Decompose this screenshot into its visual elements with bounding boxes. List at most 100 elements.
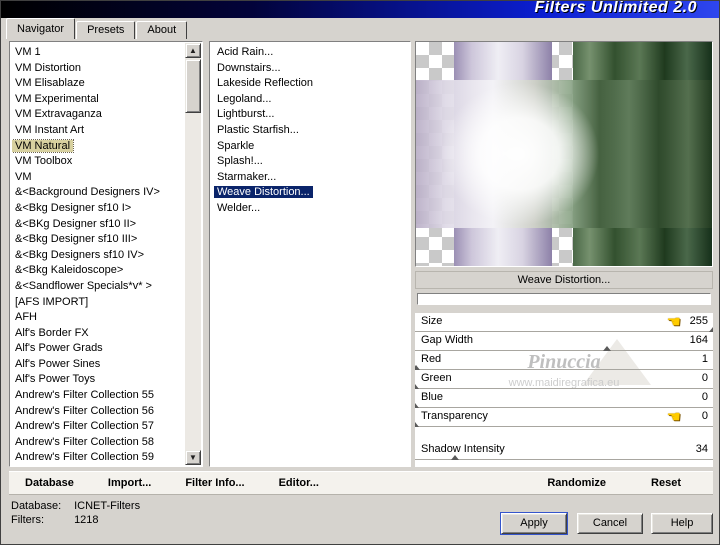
category-item[interactable]: VM 1 <box>12 45 182 61</box>
item-label: VM 1 <box>15 46 41 58</box>
status-area: Database: ICNET-Filters Filters: 1218 <box>11 499 140 527</box>
category-item[interactable]: VM Experimental <box>12 92 182 108</box>
category-item[interactable]: Andrew's Filter Collection 56 <box>12 404 182 420</box>
status-database: Database: ICNET-Filters <box>11 499 140 513</box>
category-item[interactable]: Alf's Power Sines <box>12 357 182 373</box>
param-value: 1 <box>701 353 708 365</box>
database-button[interactable]: Database <box>25 477 74 489</box>
item-label: &<BKg Designer sf10 II> <box>15 217 137 230</box>
parameter-panel: Pinuccia www.maidiregrafica.eu Size 255 ☚ G… <box>415 313 713 467</box>
category-item[interactable]: AFH <box>12 310 182 326</box>
category-item[interactable]: Andrew's Filter Collection 55 <box>12 388 182 404</box>
editor-button[interactable]: Editor... <box>279 477 319 489</box>
category-scrollbar[interactable]: ▲ ▼ <box>185 43 201 465</box>
item-label: Andrew's Filter Collection 58 <box>15 435 155 448</box>
filter-item[interactable]: Splash!... <box>214 154 406 170</box>
import-button[interactable]: Import... <box>108 477 151 489</box>
filter-item[interactable]: Downstairs... <box>214 61 406 77</box>
item-label: &<Bkg Kaleidoscope> <box>15 264 124 277</box>
bottom-toolbar: Database Import... Filter Info... Editor… <box>9 471 713 495</box>
category-item[interactable]: VM Distortion <box>12 61 182 77</box>
item-label: Weave Distortion... <box>214 186 313 199</box>
scrollbar-thumb[interactable] <box>185 59 201 113</box>
param-value: 164 <box>689 334 708 346</box>
category-item[interactable]: VM Instant Art <box>12 123 182 139</box>
help-button[interactable]: Help <box>651 513 713 534</box>
category-item[interactable]: Alf's Border FX <box>12 326 182 342</box>
param-label: Blue <box>421 391 444 403</box>
item-label: AFH <box>15 311 37 324</box>
tab-about[interactable]: About <box>136 21 188 39</box>
category-item[interactable]: &<Bkg Designers sf10 IV> <box>12 248 182 264</box>
tab-presets[interactable]: Presets <box>76 21 136 39</box>
item-label: VM Distortion <box>15 61 82 74</box>
filter-item[interactable]: Welder... <box>214 201 406 217</box>
param-slider-thumb[interactable] <box>415 422 419 427</box>
apply-button[interactable]: Apply <box>501 513 567 534</box>
param-label: Red <box>421 353 442 365</box>
category-item[interactable]: &<Bkg Designer sf10 III> <box>12 232 182 248</box>
filter-item[interactable]: Acid Rain... <box>214 45 406 61</box>
param-label: Shadow Intensity <box>421 443 505 455</box>
item-label: Sparkle <box>217 139 255 152</box>
progress-bar <box>417 293 711 305</box>
scroll-up-button[interactable]: ▲ <box>185 43 201 58</box>
category-item[interactable]: VM <box>12 170 182 186</box>
filter-info-button[interactable]: Filter Info... <box>185 477 244 489</box>
item-label: Acid Rain... <box>217 46 274 58</box>
filter-item[interactable]: Sparkle <box>214 139 406 155</box>
item-label: VM Experimental <box>15 92 99 105</box>
category-item[interactable]: &<Background Designers IV> <box>12 185 182 201</box>
category-item[interactable]: VM Toolbox <box>12 154 182 170</box>
category-item[interactable]: [AFS IMPORT] <box>12 295 182 311</box>
category-item[interactable]: &<Sandflower Specials*v* > <box>12 279 182 295</box>
category-item[interactable]: VM Natural <box>12 138 182 155</box>
randomize-button[interactable]: Randomize <box>547 477 606 489</box>
item-label: &<Sandflower Specials*v* > <box>15 279 152 292</box>
param-slider-track[interactable] <box>415 455 713 460</box>
item-label: VM Extravaganza <box>15 108 102 121</box>
filter-item[interactable]: Lakeside Reflection <box>214 76 406 92</box>
item-label: Andrew's Filter Collection 59 <box>15 451 155 464</box>
item-label: VM Toolbox <box>15 155 73 168</box>
filter-item[interactable]: Plastic Starfish... <box>214 123 406 139</box>
category-item[interactable]: &<Bkg Kaleidoscope> <box>12 263 182 279</box>
item-label: &<Bkg Designer sf10 I> <box>15 201 132 214</box>
cancel-button[interactable]: Cancel <box>577 513 643 534</box>
param-row-gap-width: Gap Width 164 <box>415 332 713 351</box>
param-slider-thumb[interactable] <box>450 455 459 460</box>
reset-button[interactable]: Reset <box>651 477 681 489</box>
item-label: Alf's Power Toys <box>15 373 96 386</box>
param-label: Transparency <box>421 410 488 422</box>
param-value: 0 <box>701 391 708 403</box>
filter-item[interactable]: Starmaker... <box>214 170 406 186</box>
item-label: Splash!... <box>217 155 263 168</box>
preview-glow <box>439 82 600 226</box>
filter-item[interactable]: Legoland... <box>214 92 406 108</box>
item-label: Andrew's Filter Collection 56 <box>15 404 155 417</box>
param-row-blue: Blue 0 <box>415 389 713 408</box>
param-label: Size <box>421 315 443 327</box>
database-label: Database: <box>11 500 62 512</box>
param-row-shadow-intensity: Shadow Intensity 34 <box>415 441 713 460</box>
category-item[interactable]: Alf's Power Grads <box>12 341 182 357</box>
category-item[interactable]: VM Extravaganza <box>12 107 182 123</box>
item-label: Plastic Starfish... <box>217 123 299 136</box>
filter-item[interactable]: Lightburst... <box>214 107 406 123</box>
category-item[interactable]: Andrew's Filter Collection 58 <box>12 435 182 451</box>
item-label: VM Elisablaze <box>15 77 85 90</box>
category-item[interactable]: Andrew's Filter Collection 59 <box>12 450 182 466</box>
category-item[interactable]: VM Elisablaze <box>12 76 182 92</box>
preview-image[interactable] <box>415 41 713 267</box>
category-item[interactable]: Andrew's Filter Collection 57 <box>12 419 182 435</box>
scroll-down-button[interactable]: ▼ <box>185 450 201 465</box>
item-label: Welder... <box>217 201 261 214</box>
category-item[interactable]: &<Bkg Designer sf10 I> <box>12 201 182 217</box>
tab-navigator[interactable]: Navigator <box>6 18 76 39</box>
category-item[interactable]: &<BKg Designer sf10 II> <box>12 217 182 233</box>
category-item[interactable]: Alf's Power Toys <box>12 372 182 388</box>
item-label: &<Bkg Designer sf10 III> <box>15 233 138 246</box>
item-label: &<Bkg Designers sf10 IV> <box>15 248 145 261</box>
param-row-green: Green 0 <box>415 370 713 389</box>
filter-item[interactable]: Weave Distortion... <box>214 185 406 201</box>
